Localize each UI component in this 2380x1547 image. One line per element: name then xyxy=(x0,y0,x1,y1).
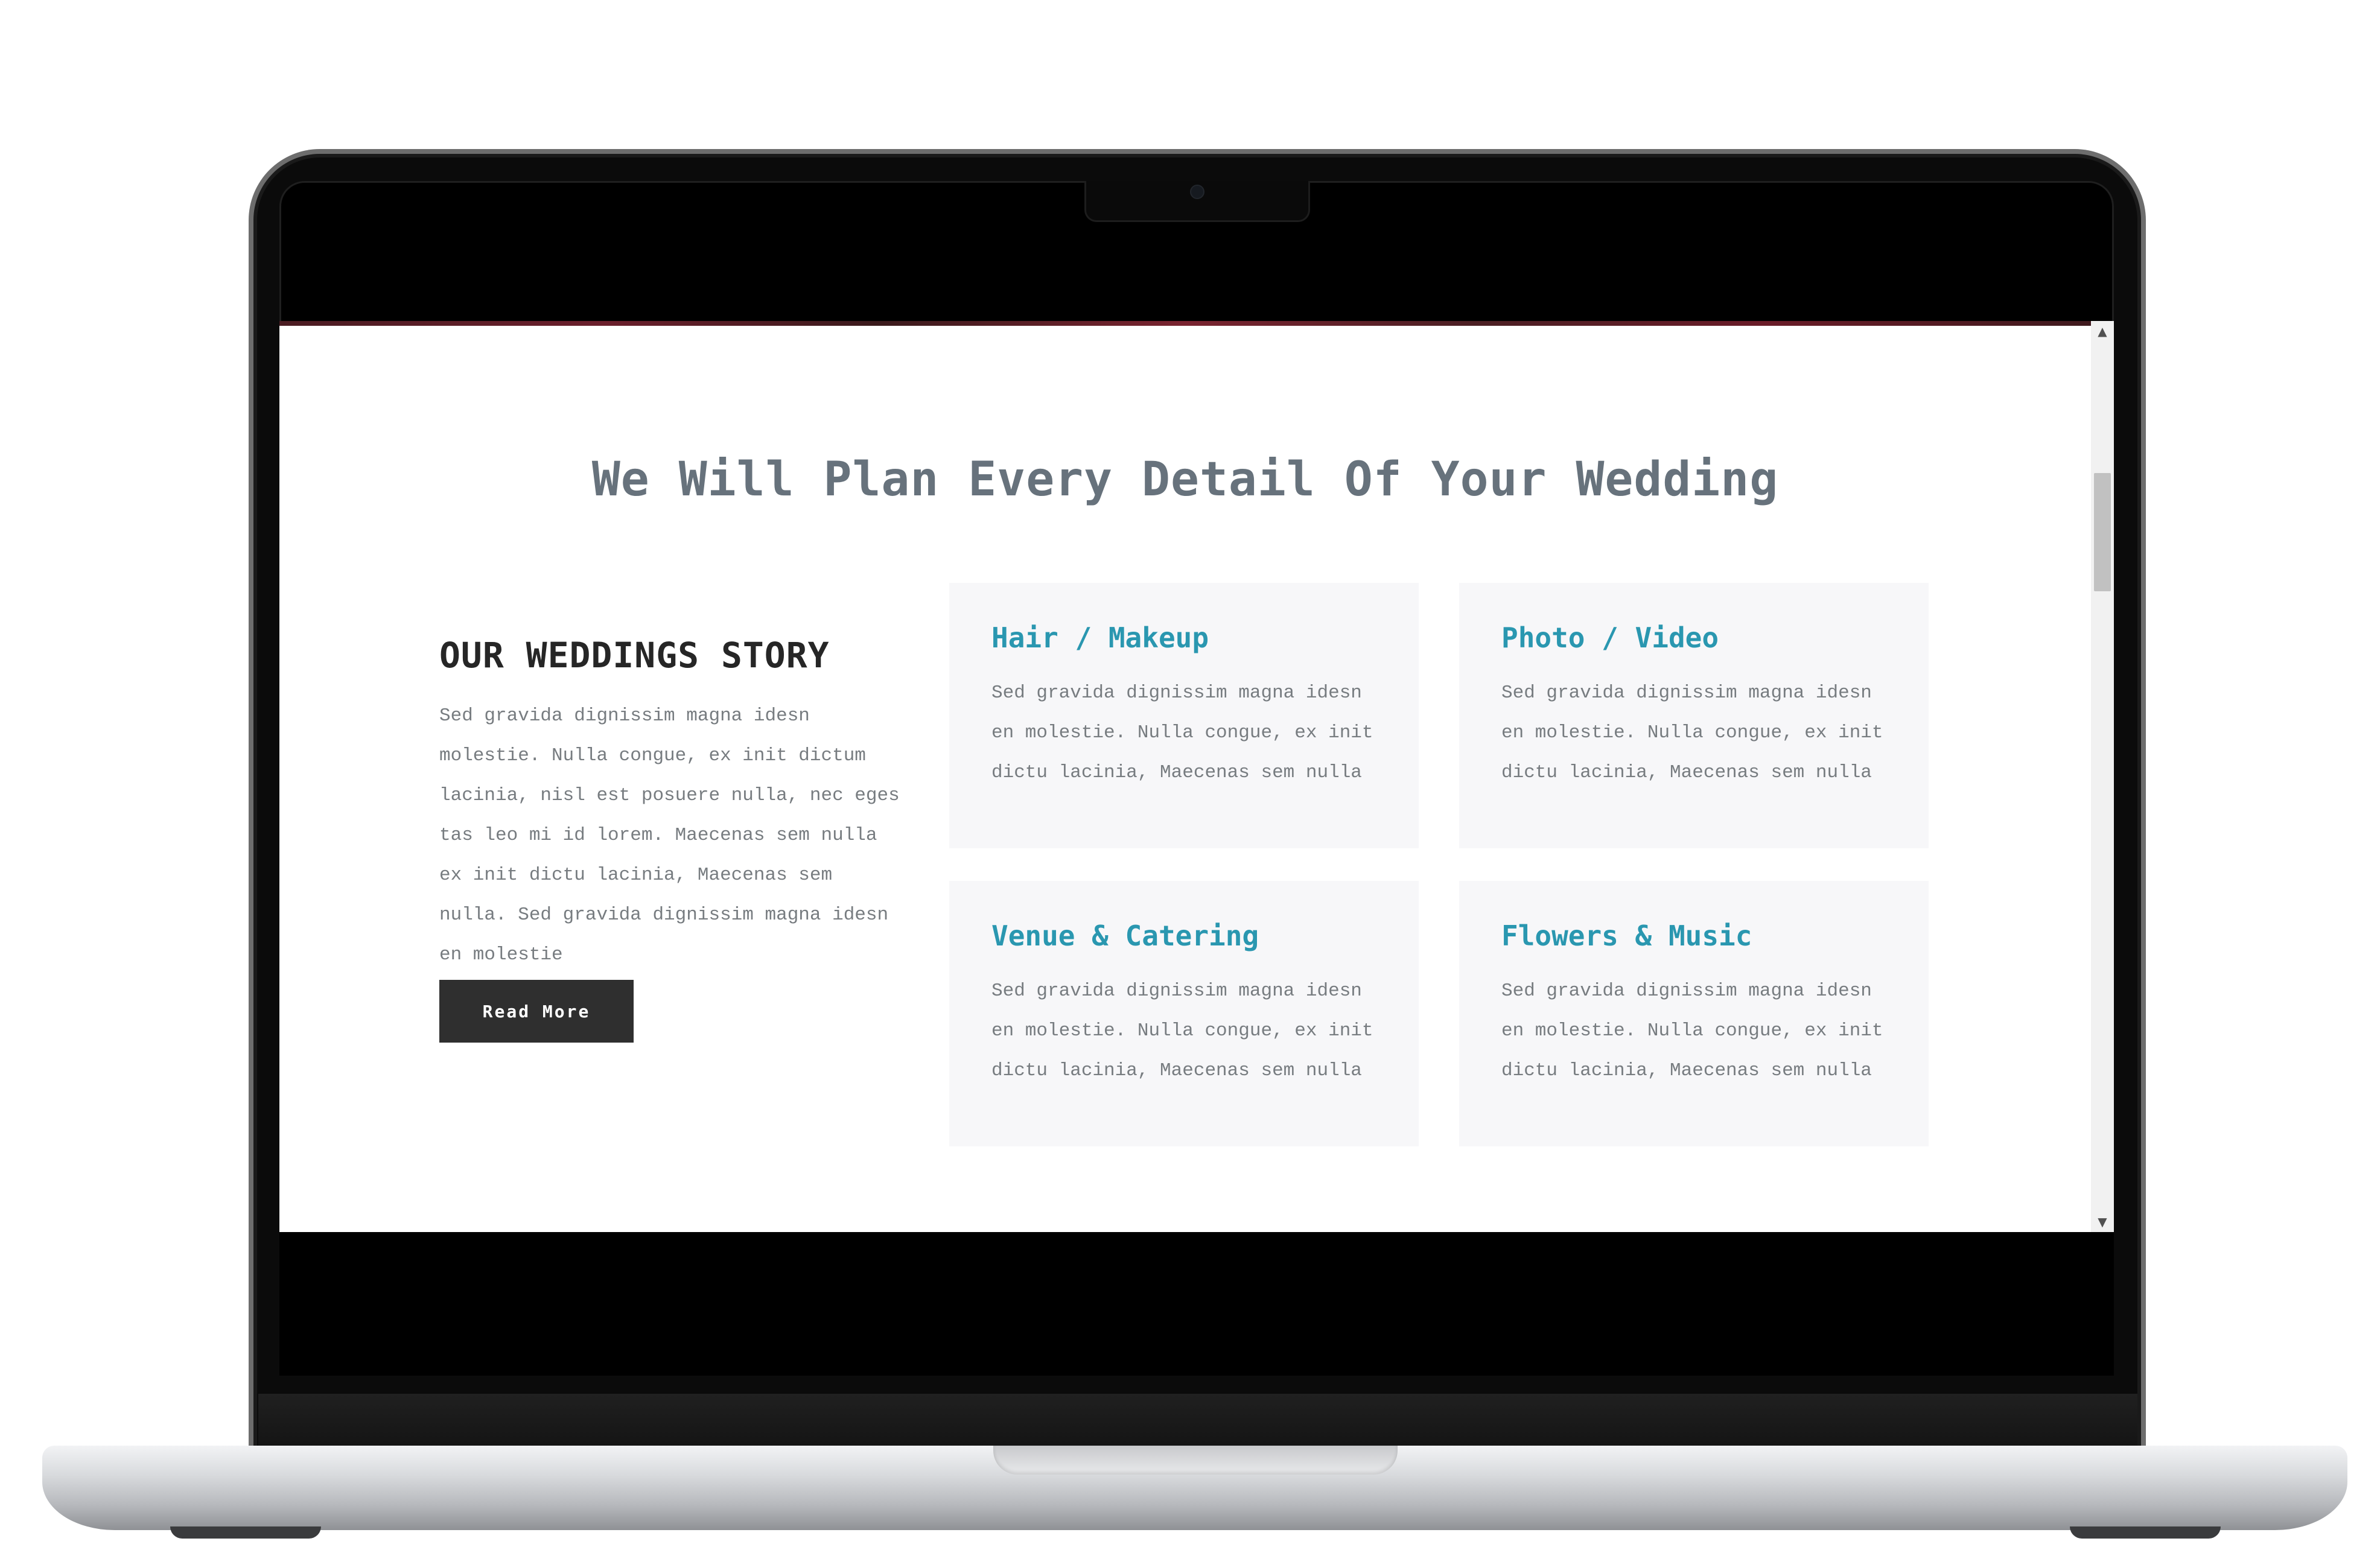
service-card-venue-catering: Venue & Catering Sed gravida dignissim m… xyxy=(949,881,1419,1146)
chevron-up-icon[interactable]: ▲ xyxy=(2091,322,2114,340)
story-heading: OUR WEDDINGS STORY xyxy=(439,635,830,676)
laptop-foot-right xyxy=(2070,1526,2221,1539)
story-text: Sed gravida dignissim magna idesn molest… xyxy=(439,705,900,965)
service-card-text: Sed gravida dignissim magna idesn en mol… xyxy=(991,980,1373,1081)
service-card-hair-makeup: Hair / Makeup Sed gravida dignissim magn… xyxy=(949,583,1419,848)
laptop-opening-notch xyxy=(993,1446,1398,1475)
screen-bottom-bezel xyxy=(279,1232,2114,1376)
service-card-title[interactable]: Venue & Catering xyxy=(991,920,1419,952)
service-card-photo-video: Photo / Video Sed gravida dignissim magn… xyxy=(1459,583,1929,848)
chevron-down-icon[interactable]: ▼ xyxy=(2091,1213,2114,1231)
vertical-scrollbar[interactable]: ▲ ▼ xyxy=(2091,321,2114,1232)
scrollbar-thumb[interactable] xyxy=(2094,473,2111,591)
read-more-button[interactable]: Read More xyxy=(439,980,634,1043)
laptop-hinge xyxy=(258,1394,2137,1448)
browser-viewport: We Will Plan Every Detail Of Your Weddin… xyxy=(279,321,2114,1232)
laptop-foot-left xyxy=(170,1526,321,1539)
hero-image-edge xyxy=(279,321,2091,326)
service-card-title[interactable]: Photo / Video xyxy=(1501,621,1929,654)
service-card-text: Sed gravida dignissim magna idesn en mol… xyxy=(991,682,1373,783)
service-card-text: Sed gravida dignissim magna idesn en mol… xyxy=(1501,682,1883,783)
page-title: We Will Plan Every Detail Of Your Weddin… xyxy=(591,453,1779,507)
camera-icon xyxy=(1190,185,1204,199)
service-card-flowers-music: Flowers & Music Sed gravida dignissim ma… xyxy=(1459,881,1929,1146)
service-card-text: Sed gravida dignissim magna idesn en mol… xyxy=(1501,980,1883,1081)
service-card-title[interactable]: Hair / Makeup xyxy=(991,621,1419,654)
story-section: OUR WEDDINGS STORY Sed gravida dignissim… xyxy=(439,635,910,975)
service-card-title[interactable]: Flowers & Music xyxy=(1501,920,1929,952)
